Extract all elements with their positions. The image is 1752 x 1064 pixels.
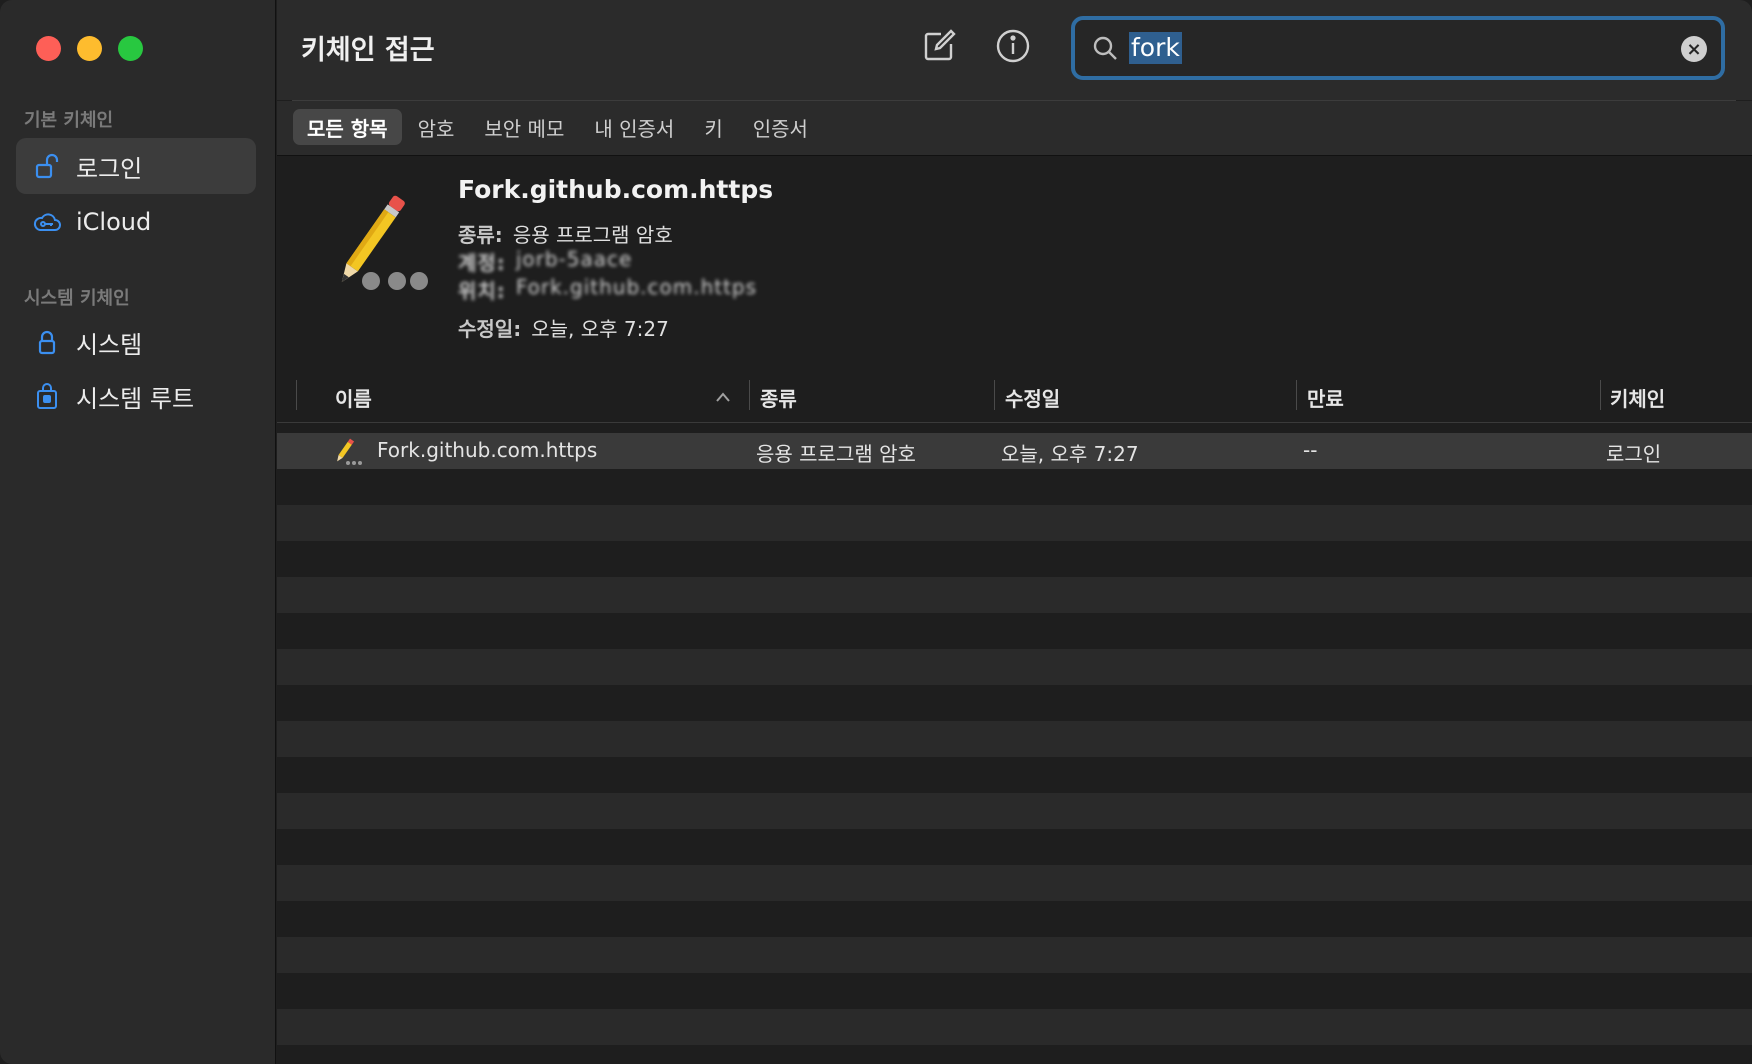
column-header-kind[interactable]: 종류 <box>760 383 797 412</box>
column-header-modified[interactable]: 수정일 <box>1005 383 1060 412</box>
search-field[interactable]: fork × <box>1071 16 1725 80</box>
cell-name: Fork.github.com.https <box>377 438 598 462</box>
cell-kind: 응용 프로그램 암호 <box>756 442 916 466</box>
empty-row <box>277 1045 1752 1064</box>
sidebar-item-login[interactable]: 로그인 <box>16 138 256 194</box>
info-icon[interactable] <box>993 26 1033 66</box>
detail-where-label: 위치: <box>458 279 506 303</box>
new-item-compose-icon[interactable] <box>919 26 959 66</box>
detail-account-row: 계정: jorb-5aace <box>458 247 632 276</box>
empty-row <box>277 829 1752 865</box>
filter-all-items[interactable]: 모든 항목 <box>293 109 402 145</box>
search-icon <box>1093 36 1117 60</box>
detail-where-row: 위치: Fork.github.com.https <box>458 275 757 304</box>
empty-row <box>277 1009 1752 1045</box>
close-window-button[interactable] <box>36 36 61 61</box>
column-separator[interactable] <box>994 380 995 410</box>
column-separator <box>296 380 297 410</box>
empty-row <box>277 793 1752 829</box>
sidebar-item-system-roots[interactable]: 시스템 루트 <box>16 368 256 424</box>
unlock-icon <box>35 153 59 179</box>
locked-cabinet-icon <box>37 383 57 409</box>
detail-modified-row: 수정일: 오늘, 오후 7:27 <box>458 313 669 342</box>
detail-account-label: 계정: <box>458 251 506 275</box>
sidebar-item-label: iCloud <box>76 208 152 236</box>
detail-kind-label: 종류: <box>458 223 503 247</box>
pencil-password-icon <box>341 195 428 290</box>
empty-row <box>277 865 1752 901</box>
detail-kind-value: 응용 프로그램 암호 <box>512 223 673 247</box>
empty-row <box>277 937 1752 973</box>
column-header-expires[interactable]: 만료 <box>1307 383 1344 412</box>
lock-icon <box>38 330 56 355</box>
main-pane: 키체인 접근 fork × 모든 항목 암호 보안 메모 내 인증서 키 인증서… <box>277 0 1752 1064</box>
sidebar-item-label: 로그인 <box>76 154 143 183</box>
sidebar-section-system: 시스템 키체인 <box>24 288 130 309</box>
column-separator[interactable] <box>1600 380 1601 410</box>
empty-row <box>277 685 1752 721</box>
search-input[interactable]: fork <box>1129 32 1182 64</box>
empty-row <box>277 613 1752 649</box>
detail-where-value: Fork.github.com.https <box>515 275 758 299</box>
cloud-key-icon <box>33 213 61 231</box>
empty-row <box>277 901 1752 937</box>
filter-passwords[interactable]: 암호 <box>404 109 469 145</box>
window-controls <box>36 36 143 61</box>
sidebar: 기본 키체인 로그인 iCloud 시스템 키체인 시스템 시스템 루트 <box>0 0 276 1064</box>
sidebar-item-label: 시스템 <box>76 330 143 359</box>
keychain-window: 기본 키체인 로그인 iCloud 시스템 키체인 시스템 시스템 루트 키체인… <box>0 0 1752 1064</box>
empty-row <box>277 541 1752 577</box>
empty-row <box>277 649 1752 685</box>
pencil-password-icon <box>337 438 362 465</box>
toolbar: 키체인 접근 fork × <box>277 0 1752 100</box>
empty-row <box>277 577 1752 613</box>
detail-kind-row: 종류: 응용 프로그램 암호 <box>458 219 673 248</box>
column-header-name[interactable]: 이름 <box>335 383 372 412</box>
detail-modified-label: 수정일: <box>458 317 522 341</box>
detail-item-name: Fork.github.com.https <box>458 175 774 204</box>
items-table: Fork.github.com.https 응용 프로그램 암호 오늘, 오후 … <box>277 433 1752 1064</box>
sidebar-section-default: 기본 키체인 <box>24 110 114 131</box>
detail-modified-value: 오늘, 오후 7:27 <box>531 317 669 341</box>
column-separator[interactable] <box>749 380 750 410</box>
sidebar-item-icloud[interactable]: iCloud <box>16 194 256 250</box>
cell-modified: 오늘, 오후 7:27 <box>1001 442 1139 466</box>
cell-keychain: 로그인 <box>1606 442 1662 466</box>
column-header-keychain[interactable]: 키체인 <box>1610 383 1665 412</box>
filter-secure-notes[interactable]: 보안 메모 <box>470 109 578 145</box>
filter-my-certificates[interactable]: 내 인증서 <box>580 109 688 145</box>
detail-account-value: jorb-5aace <box>515 247 633 271</box>
table-header: 이름 종류 수정일 만료 키체인 <box>277 375 1752 423</box>
empty-row <box>277 757 1752 793</box>
empty-row <box>277 469 1752 505</box>
column-separator[interactable] <box>1296 380 1297 410</box>
table-row[interactable]: Fork.github.com.https 응용 프로그램 암호 오늘, 오후 … <box>277 433 1752 469</box>
minimize-window-button[interactable] <box>77 36 102 61</box>
empty-row <box>277 973 1752 1009</box>
sort-ascending-icon[interactable] <box>715 391 731 403</box>
clear-search-icon[interactable]: × <box>1681 36 1707 62</box>
sidebar-item-system[interactable]: 시스템 <box>16 314 256 370</box>
sidebar-item-label: 시스템 루트 <box>76 384 195 413</box>
zoom-window-button[interactable] <box>118 36 143 61</box>
empty-row <box>277 721 1752 757</box>
category-filter-bar: 모든 항목 암호 보안 메모 내 인증서 키 인증서 <box>277 101 1752 156</box>
filter-certificates[interactable]: 인증서 <box>739 109 822 145</box>
item-detail-preview: Fork.github.com.https 종류: 응용 프로그램 암호 계정:… <box>277 157 1752 367</box>
empty-row <box>277 505 1752 541</box>
window-title: 키체인 접근 <box>301 35 435 66</box>
cell-expires: -- <box>1303 438 1318 462</box>
filter-keys[interactable]: 키 <box>690 109 736 145</box>
